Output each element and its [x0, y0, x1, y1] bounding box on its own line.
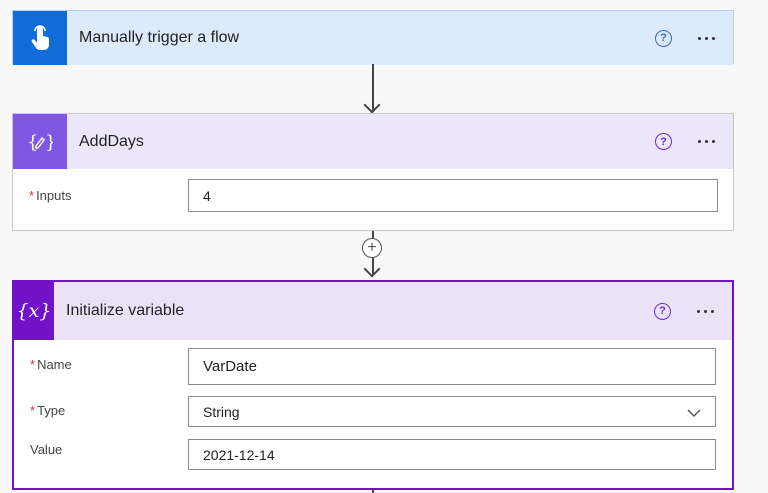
- name-row: * Name VarDate: [14, 340, 732, 385]
- name-label: * Name: [30, 357, 72, 372]
- value-row: Value 2021-12-14: [14, 427, 732, 470]
- type-label: * Type: [30, 403, 66, 418]
- arrow-down-icon: [363, 260, 381, 278]
- init-variable-card-header[interactable]: {x} Initialize variable ?: [14, 282, 732, 340]
- arrow-down-icon: [363, 96, 381, 114]
- svg-text:}: }: [45, 132, 53, 153]
- adddays-card[interactable]: { } AddDays ? *Inputs 4: [12, 113, 734, 231]
- insert-step-button[interactable]: +: [362, 238, 382, 258]
- value-label: Value: [30, 442, 63, 457]
- adddays-card-header[interactable]: { } AddDays ?: [13, 114, 733, 169]
- init-variable-title: Initialize variable: [66, 302, 185, 319]
- help-icon[interactable]: ?: [655, 29, 672, 47]
- adddays-title: AddDays: [79, 132, 144, 150]
- variable-icon: {x}: [14, 282, 54, 340]
- inputs-field[interactable]: 4: [188, 179, 718, 212]
- more-options-icon[interactable]: [694, 136, 719, 147]
- help-icon[interactable]: ?: [655, 133, 672, 150]
- name-field[interactable]: VarDate: [188, 348, 716, 385]
- inputs-label: * Inputs: [29, 188, 72, 203]
- trigger-card[interactable]: Manually trigger a flow ?: [12, 10, 734, 65]
- trigger-card-header[interactable]: Manually trigger a flow ?: [13, 11, 733, 65]
- type-row: * Type String: [14, 385, 732, 427]
- type-select[interactable]: String: [188, 396, 716, 427]
- inputs-row: * Inputs 4: [13, 169, 733, 214]
- svg-text:{: {: [27, 132, 38, 153]
- compose-icon: { }: [13, 114, 67, 169]
- more-options-icon[interactable]: [694, 33, 719, 44]
- value-field[interactable]: 2021-12-14: [188, 439, 716, 470]
- trigger-title: Manually trigger a flow: [79, 29, 240, 46]
- more-options-icon[interactable]: [693, 306, 718, 317]
- chevron-down-icon: [687, 405, 701, 421]
- touch-icon: [13, 11, 67, 65]
- init-variable-card[interactable]: {x} Initialize variable ? * Name VarDate …: [12, 280, 734, 490]
- help-icon[interactable]: ?: [654, 302, 671, 320]
